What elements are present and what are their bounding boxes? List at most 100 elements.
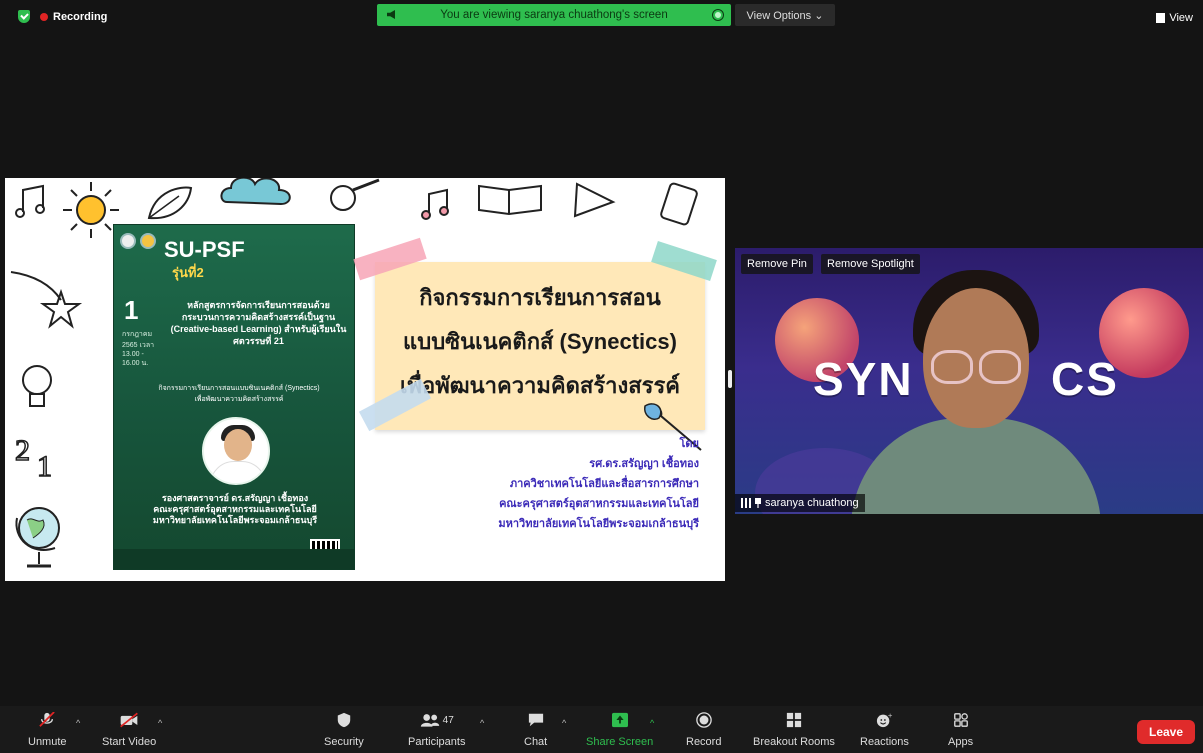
split-view-drag-handle[interactable]: [728, 370, 732, 388]
unmute-button[interactable]: Unmute: [28, 712, 67, 748]
university-logo-icon: [120, 233, 136, 249]
doodle-cloud-icon: [220, 178, 291, 206]
view-button[interactable]: View: [1156, 12, 1193, 24]
poster-speaker-name: รองศาสตราจารย์ ดร.สรัญญา เชื้อทอง: [161, 493, 309, 503]
doodle-numbers-icon: 21: [14, 433, 53, 480]
shared-screen-slide: 21 SU-PSF รุ่นที่2 1 กรกฎาคม 2565 เวลา 1…: [5, 178, 725, 581]
svg-text:1: 1: [37, 450, 52, 480]
share-screen-icon: [611, 712, 628, 728]
poster-activity: กิจกรรมการเรียนการสอนแบบซินเนคติกส์ (Syn…: [158, 385, 320, 403]
viewing-banner-text: You are viewing saranya chuathong's scre…: [440, 9, 668, 21]
byline-by: โดย: [679, 438, 700, 450]
participant-video-tile[interactable]: SYN CS Remove Pin Remove Spotlight saran…: [735, 248, 1203, 514]
start-video-button[interactable]: Start Video: [102, 712, 156, 748]
viewing-screen-banner: You are viewing saranya chuathong's scre…: [377, 4, 731, 26]
chat-label: Chat: [524, 736, 548, 748]
participant-name: saranya chuathong: [765, 497, 859, 509]
share-screen-caret-icon[interactable]: ^: [650, 718, 654, 728]
poster-brand: SU-PSF: [164, 237, 245, 262]
course-poster: SU-PSF รุ่นที่2 1 กรกฎาคม 2565 เวลา 13.0…: [113, 224, 355, 578]
byline-university: มหาวิทยาลัยเทคโนโลยีพระจอมเกล้าธนบุรี: [498, 518, 699, 530]
speaker-photo-head: [224, 429, 252, 461]
doodle-note-icon: [421, 188, 449, 220]
breakout-rooms-button[interactable]: Breakout Rooms: [753, 712, 835, 748]
doodle-leaf-icon: [147, 186, 193, 220]
program-logo-icon: [140, 233, 156, 249]
doodle-magnifier-icon: [330, 178, 380, 211]
svg-text:+: +: [888, 712, 893, 719]
participants-button[interactable]: 47 Participants: [408, 712, 465, 748]
chat-bubble-icon: [528, 713, 543, 727]
share-screen-label: Share Screen: [586, 736, 654, 748]
leave-button[interactable]: Leave: [1137, 720, 1195, 744]
recording-label: Recording: [53, 10, 108, 23]
poster-qr-label: สแกน QR CODE: [304, 572, 349, 578]
background-text-right: CS: [1051, 353, 1119, 405]
unmute-label: Unmute: [28, 736, 67, 748]
chat-caret-icon[interactable]: ^: [562, 718, 566, 728]
video-off-icon: [120, 712, 138, 728]
security-label: Security: [324, 736, 364, 748]
slide-title-line-1: กิจกรรมการเรียนการสอน: [419, 285, 661, 310]
poster-date-detail: กรกฎาคม 2565 เวลา 13.00 - 16.00 น.: [122, 331, 155, 367]
remove-spotlight-button[interactable]: Remove Spotlight: [821, 254, 920, 274]
poster-day: 1: [124, 295, 139, 325]
slide-title-line-2: แบบซินเนคติกส์ (Synectics): [403, 329, 677, 354]
glasses-left-lens: [931, 350, 973, 384]
view-layout-icon: [1156, 13, 1166, 23]
byline-department: ภาควิชาเทคโนโลยีและสื่อสารการศึกษา: [509, 478, 699, 490]
remove-pin-button[interactable]: Remove Pin: [741, 254, 813, 274]
chat-button[interactable]: Chat: [524, 712, 547, 748]
participants-icon: [420, 714, 439, 727]
apps-icon: [953, 713, 968, 727]
video-options-caret-icon[interactable]: ^: [158, 718, 162, 728]
doodle-book-icon: [478, 184, 542, 216]
poster-footer: [114, 549, 354, 569]
participants-caret-icon[interactable]: ^: [480, 718, 484, 728]
muted-microphone-icon: [39, 712, 56, 727]
participant-name-tag: saranya chuathong: [735, 494, 865, 512]
doodle-shooting-star-icon: [10, 271, 83, 329]
doodle-play-icon: [573, 182, 616, 218]
recording-dot-icon: [40, 12, 48, 21]
background-text-left: SYN: [813, 353, 914, 405]
share-screen-button[interactable]: Share Screen: [586, 712, 653, 748]
poster-course-title: หลักสูตรการจัดการเรียนการสอนด้วยกระบวนกา…: [170, 300, 347, 346]
recording-indicator[interactable]: Recording: [40, 11, 107, 23]
poster-speaker-university: มหาวิทยาลัยเทคโนโลยีพระจอมเกล้าธนบุรี: [152, 515, 318, 525]
audio-options-caret-icon[interactable]: ^: [76, 718, 80, 728]
glasses-right-lens: [979, 350, 1021, 384]
view-label: View: [1169, 12, 1193, 24]
doodle-phone-icon: [660, 182, 698, 226]
poster-batch: รุ่นที่2: [172, 265, 204, 280]
participant-count: 47: [442, 714, 454, 726]
status-dot-icon: [713, 10, 723, 20]
apps-label: Apps: [948, 736, 974, 748]
byline-author: รศ.ดร.สรัญญา เชื้อทอง: [589, 458, 699, 470]
meeting-toolbar: Unmute ^ Start Video ^ Security 47 Parti…: [0, 706, 1203, 753]
security-shield-icon[interactable]: [18, 10, 30, 23]
breakout-rooms-label: Breakout Rooms: [753, 736, 835, 748]
signal-strength-icon: [741, 498, 751, 508]
participants-label: Participants: [408, 736, 466, 748]
view-options-button[interactable]: View Options ⌄: [735, 4, 835, 26]
security-button[interactable]: Security: [324, 712, 364, 748]
security-shield-toolbar-icon: [337, 712, 351, 728]
participants-icon-group: 47: [420, 712, 454, 728]
record-label: Record: [686, 736, 722, 748]
byline-faculty: คณะครุศาสตร์อุตสาหกรรมและเทคโนโลยี: [499, 498, 699, 510]
apps-button[interactable]: Apps: [948, 712, 973, 748]
speaker-icon: [387, 10, 395, 19]
record-button[interactable]: Record: [686, 712, 721, 748]
poster-speaker-block: รองศาสตราจารย์ ดร.สรัญญา เชื้อทอง คณะครุ…: [122, 493, 348, 526]
top-status-area: Recording: [18, 10, 107, 23]
breakout-rooms-icon: [786, 712, 802, 728]
record-icon: [695, 712, 712, 728]
pin-icon: [755, 498, 761, 508]
reactions-button[interactable]: + Reactions: [860, 712, 909, 748]
start-video-label: Start Video: [102, 736, 157, 748]
slide-byline: โดย รศ.ดร.สรัญญา เชื้อทอง ภาควิชาเทคโนโล…: [498, 434, 699, 534]
reactions-smiley-icon: +: [877, 712, 893, 728]
doodle-lightbulb-icon: [22, 365, 52, 407]
svg-text:2: 2: [15, 434, 30, 467]
